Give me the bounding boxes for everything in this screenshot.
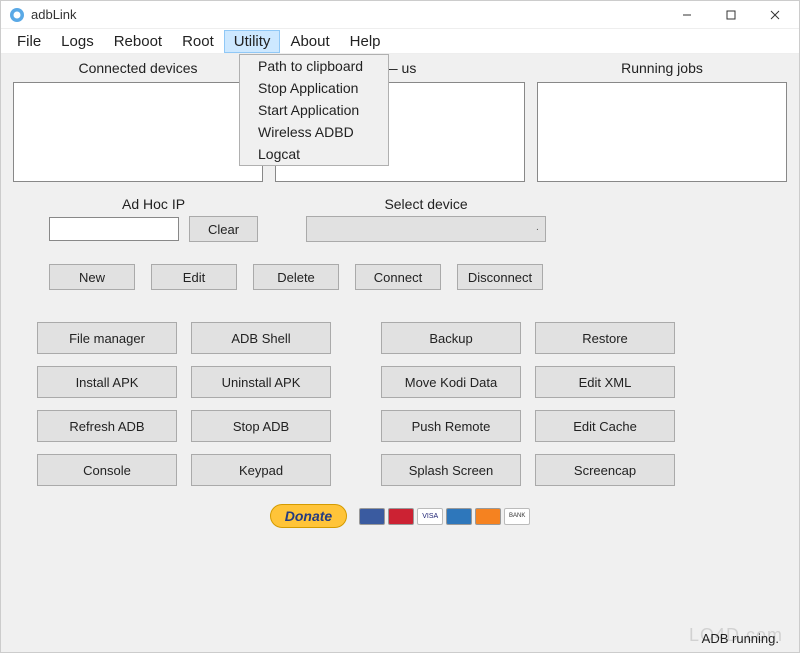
- edit-xml-button[interactable]: Edit XML: [535, 366, 675, 398]
- push-remote-button[interactable]: Push Remote: [381, 410, 521, 442]
- restore-button[interactable]: Restore: [535, 322, 675, 354]
- menu-utility[interactable]: Utility: [224, 30, 281, 53]
- move-kodi-data-button[interactable]: Move Kodi Data: [381, 366, 521, 398]
- refresh-adb-button[interactable]: Refresh ADB: [37, 410, 177, 442]
- client-area: Connected devices — us Running jobs Ad H…: [1, 53, 799, 652]
- stop-adb-button[interactable]: Stop ADB: [191, 410, 331, 442]
- donate-button[interactable]: Donate: [270, 504, 347, 528]
- screencap-button[interactable]: Screencap: [535, 454, 675, 486]
- adhoc-ip-input[interactable]: [49, 217, 179, 241]
- menu-logs[interactable]: Logs: [51, 30, 104, 53]
- connected-devices-list[interactable]: [13, 82, 263, 182]
- maximize-button[interactable]: [709, 2, 753, 28]
- action-grid-right: Backup Restore Move Kodi Data Edit XML P…: [381, 322, 675, 486]
- adhoc-row: Ad Hoc IP Clear Select device: [13, 196, 787, 242]
- panel-connected-label: Connected devices: [13, 60, 263, 76]
- device-button-row: New Edit Delete Connect Disconnect: [49, 264, 787, 290]
- menu-about[interactable]: About: [280, 30, 339, 53]
- adb-shell-button[interactable]: ADB Shell: [191, 322, 331, 354]
- adhoc-label: Ad Hoc IP: [49, 196, 258, 212]
- panel-connected: Connected devices: [13, 60, 263, 182]
- action-grid: File manager ADB Shell Install APK Unins…: [37, 322, 763, 486]
- edit-button[interactable]: Edit: [151, 264, 237, 290]
- dropdown-path-to-clipboard[interactable]: Path to clipboard: [240, 55, 388, 77]
- dropdown-start-application[interactable]: Start Application: [240, 99, 388, 121]
- console-button[interactable]: Console: [37, 454, 177, 486]
- file-manager-button[interactable]: File manager: [37, 322, 177, 354]
- connect-button[interactable]: Connect: [355, 264, 441, 290]
- backup-button[interactable]: Backup: [381, 322, 521, 354]
- menu-help[interactable]: Help: [340, 30, 391, 53]
- payment-cards: VISA BANK: [359, 508, 530, 525]
- mastercard-icon: [388, 508, 414, 525]
- clear-button[interactable]: Clear: [189, 216, 258, 242]
- panel-running: Running jobs: [537, 60, 787, 182]
- disconnect-button[interactable]: Disconnect: [457, 264, 543, 290]
- keypad-button[interactable]: Keypad: [191, 454, 331, 486]
- menu-reboot[interactable]: Reboot: [104, 30, 172, 53]
- menubar: File Logs Reboot Root Utility About Help: [1, 29, 799, 53]
- action-grid-left: File manager ADB Shell Install APK Unins…: [37, 322, 331, 486]
- running-jobs-list[interactable]: [537, 82, 787, 182]
- menu-file[interactable]: File: [7, 30, 51, 53]
- menu-root[interactable]: Root: [172, 30, 224, 53]
- select-device-combobox[interactable]: [306, 216, 546, 242]
- amex-icon: [446, 508, 472, 525]
- titlebar: adbLink: [1, 1, 799, 29]
- discover-icon: [475, 508, 501, 525]
- dropdown-wireless-adbd[interactable]: Wireless ADBD: [240, 121, 388, 143]
- panel-row: Connected devices — us Running jobs: [13, 60, 787, 182]
- delete-button[interactable]: Delete: [253, 264, 339, 290]
- dropdown-stop-application[interactable]: Stop Application: [240, 77, 388, 99]
- selectdev-label: Select device: [306, 196, 546, 212]
- splash-screen-button[interactable]: Splash Screen: [381, 454, 521, 486]
- visa-icon: VISA: [417, 508, 443, 525]
- utility-dropdown: Path to clipboard Stop Application Start…: [239, 54, 389, 166]
- uninstall-apk-button[interactable]: Uninstall APK: [191, 366, 331, 398]
- install-apk-button[interactable]: Install APK: [37, 366, 177, 398]
- new-button[interactable]: New: [49, 264, 135, 290]
- app-icon: [9, 7, 25, 23]
- donate-row: Donate VISA BANK: [13, 504, 787, 528]
- window-title: adbLink: [31, 7, 665, 22]
- panel-running-label: Running jobs: [537, 60, 787, 76]
- status-text: ADB running.: [702, 631, 779, 646]
- bank-icon: BANK: [504, 508, 530, 525]
- window-controls: [665, 2, 797, 28]
- dropdown-logcat[interactable]: Logcat: [240, 143, 388, 165]
- close-button[interactable]: [753, 2, 797, 28]
- maestro-icon: [359, 508, 385, 525]
- minimize-button[interactable]: [665, 2, 709, 28]
- app-window: adbLink File Logs Reboot Root Utility Ab…: [0, 0, 800, 653]
- edit-cache-button[interactable]: Edit Cache: [535, 410, 675, 442]
